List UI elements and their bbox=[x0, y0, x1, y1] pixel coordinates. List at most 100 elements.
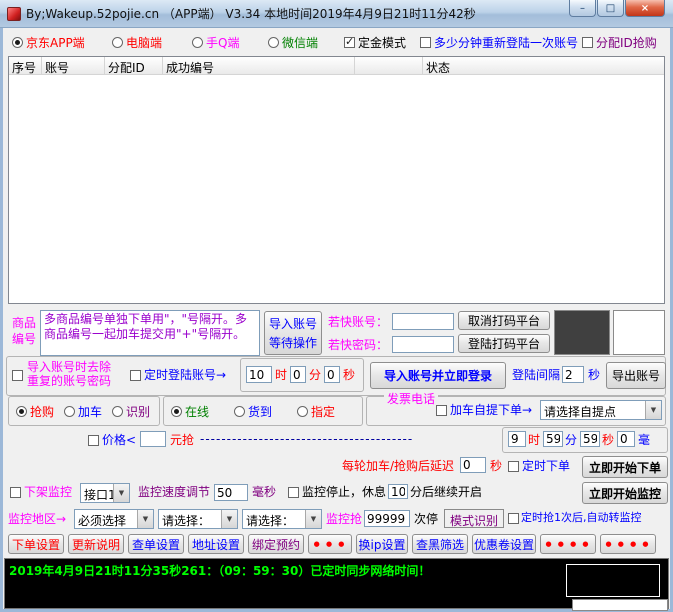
auto-switch-checkbox[interactable] bbox=[508, 513, 519, 524]
col-success-code[interactable]: 成功编号 bbox=[163, 57, 355, 74]
product-code-label-1: 商品 bbox=[12, 316, 36, 330]
product-code-input[interactable]: 多商品编号单独下单用"，"号隔开。多商品编号一起加车提交用"+"号隔开。 bbox=[40, 310, 260, 356]
delay-label: 每轮加车/抢购后延迟 bbox=[342, 459, 454, 473]
relogin-label: 多少分钟重新登陆一次账号 bbox=[434, 34, 578, 51]
assign-id-label: 分配ID抢购 bbox=[596, 34, 657, 51]
grab-count-input[interactable] bbox=[364, 510, 410, 527]
import-and-login-button[interactable]: 导入账号并立即登录 bbox=[370, 362, 506, 389]
checkbox-icon bbox=[420, 37, 431, 48]
platform-radio-mobile-qq[interactable]: 手Q端 bbox=[192, 34, 239, 50]
radio-icon bbox=[112, 406, 123, 417]
table-body[interactable] bbox=[9, 75, 664, 303]
cancel-captcha-platform-button[interactable]: 取消打码平台 bbox=[458, 311, 550, 330]
stock-radio-online[interactable]: 在线 bbox=[171, 403, 209, 419]
login-hour-unit: 时 bbox=[275, 368, 287, 382]
import-accounts-wait-button[interactable]: 导入账号 等待操作 bbox=[264, 311, 322, 355]
export-accounts-button[interactable]: 导出账号 bbox=[606, 362, 666, 389]
deposit-mode-checkbox[interactable]: 定金模式 bbox=[344, 34, 406, 50]
tab-dots-2[interactable]: ● ● ● ● bbox=[540, 534, 596, 554]
tab-coupon-settings[interactable]: 优惠卷设置 bbox=[472, 534, 536, 554]
platform-radio-pc[interactable]: 电脑端 bbox=[112, 34, 162, 50]
timed-order-checkbox[interactable] bbox=[508, 461, 519, 472]
mode-recognize-box[interactable]: 模式识别 bbox=[444, 509, 504, 528]
mode-label: 识别 bbox=[126, 403, 150, 420]
assign-id-checkbox[interactable]: 分配ID抢购 bbox=[582, 34, 657, 50]
platform-radio-wechat[interactable]: 微信端 bbox=[268, 34, 318, 50]
price-limit-unit: 元抢 bbox=[170, 433, 194, 447]
stock-label: 指定 bbox=[311, 403, 335, 420]
radio-icon bbox=[268, 37, 279, 48]
tab-blacklist-filter[interactable]: 查黑筛选 bbox=[412, 534, 468, 554]
interface-select[interactable]: 接口1 ▼ bbox=[80, 483, 130, 503]
login-hour-input[interactable] bbox=[246, 366, 272, 383]
col-empty[interactable] bbox=[355, 57, 423, 74]
monitor-speed-input[interactable] bbox=[214, 484, 248, 501]
col-index[interactable]: 序号 bbox=[9, 57, 42, 74]
delay-input[interactable] bbox=[460, 457, 486, 473]
radio-icon bbox=[112, 37, 123, 48]
captcha-account-input[interactable] bbox=[392, 313, 454, 330]
mode-radio-recognize[interactable]: 识别 bbox=[112, 403, 150, 419]
radio-icon bbox=[171, 406, 182, 417]
mode-radio-cart[interactable]: 加车 bbox=[64, 403, 102, 419]
chevron-down-icon: ▼ bbox=[113, 484, 129, 502]
tab-dots-3[interactable]: ● ● ● ● bbox=[600, 534, 656, 554]
start-order-button[interactable]: 立即开始下单 bbox=[582, 456, 668, 478]
tab-bind-reservation[interactable]: 绑定预约 bbox=[248, 534, 304, 554]
stock-radio-arrival[interactable]: 货到 bbox=[234, 403, 272, 419]
price-limit-input[interactable] bbox=[140, 431, 166, 447]
tab-dots-1[interactable]: ● ● ● bbox=[308, 534, 352, 554]
login-second-input[interactable] bbox=[324, 366, 340, 383]
timer-ms-input[interactable] bbox=[617, 431, 635, 447]
timer-hour-input[interactable] bbox=[508, 431, 526, 447]
price-limit-checkbox[interactable] bbox=[88, 435, 99, 446]
offshelf-monitor-label: 下架监控 bbox=[24, 485, 72, 499]
captcha-password-label: 若快密码： bbox=[328, 338, 388, 352]
login-minute-input[interactable] bbox=[290, 366, 306, 383]
tab-address-settings[interactable]: 地址设置 bbox=[188, 534, 244, 554]
timed-login-checkbox[interactable] bbox=[130, 370, 141, 381]
timer-second-unit: 秒 bbox=[602, 433, 614, 447]
monitor-speed-unit: 毫秒 bbox=[252, 485, 276, 499]
timed-login-label: 定时登陆账号→ bbox=[144, 368, 226, 382]
maximize-button[interactable]: □ bbox=[597, 0, 624, 17]
tab-update-notes[interactable]: 更新说明 bbox=[68, 534, 124, 554]
monitor-pause-input[interactable] bbox=[388, 484, 408, 499]
timed-order-label: 定时下单 bbox=[522, 459, 570, 473]
cart-pickup-checkbox[interactable] bbox=[436, 405, 447, 416]
minimize-button[interactable]: – bbox=[569, 0, 596, 17]
radio-icon bbox=[234, 406, 245, 417]
relogin-checkbox[interactable]: 多少分钟重新登陆一次账号 bbox=[420, 34, 578, 50]
login-captcha-platform-button[interactable]: 登陆打码平台 bbox=[458, 334, 550, 353]
window-controls: – □ × bbox=[568, 0, 665, 17]
tab-order-settings[interactable]: 下单设置 bbox=[8, 534, 64, 554]
province-select[interactable]: 请选择： ▼ bbox=[158, 509, 238, 529]
stock-radio-specified[interactable]: 指定 bbox=[297, 403, 335, 419]
timer-minute-input[interactable] bbox=[543, 431, 563, 447]
mode-radio-rush[interactable]: 抢购 bbox=[16, 403, 54, 419]
tab-ip-settings[interactable]: 换ip设置 bbox=[356, 534, 408, 554]
login-interval-input[interactable] bbox=[562, 366, 584, 383]
close-button[interactable]: × bbox=[625, 0, 665, 17]
start-monitor-button[interactable]: 立即开始监控 bbox=[582, 482, 668, 504]
platform-label: 电脑端 bbox=[126, 34, 162, 51]
platform-radio-jd-app[interactable]: 京东APP端 bbox=[12, 34, 85, 50]
monitor-pause-checkbox[interactable] bbox=[288, 487, 299, 498]
timer-minute-unit: 分 bbox=[565, 433, 577, 447]
dedupe-label-1: 导入账号时去除 bbox=[27, 360, 111, 374]
dedupe-checkbox[interactable] bbox=[12, 370, 23, 381]
pickup-point-select[interactable]: 请选择自提点 ▼ bbox=[540, 400, 662, 420]
col-account[interactable]: 账号 bbox=[42, 57, 105, 74]
checkbox-icon bbox=[582, 37, 593, 48]
region-select[interactable]: 必须选择 ▼ bbox=[74, 509, 154, 529]
city-select[interactable]: 请选择： ▼ bbox=[242, 509, 322, 529]
account-table[interactable]: 序号 账号 分配ID 成功编号 状态 bbox=[8, 56, 665, 304]
offshelf-monitor-checkbox[interactable] bbox=[10, 487, 21, 498]
col-status[interactable]: 状态 bbox=[423, 57, 664, 74]
captcha-password-input[interactable] bbox=[392, 336, 454, 353]
col-assign-id[interactable]: 分配ID bbox=[105, 57, 163, 74]
tab-check-order-settings[interactable]: 查单设置 bbox=[128, 534, 184, 554]
stock-label: 在线 bbox=[185, 403, 209, 420]
grab-count-label: 监控抢 bbox=[326, 512, 362, 526]
timer-second-input[interactable] bbox=[580, 431, 600, 447]
